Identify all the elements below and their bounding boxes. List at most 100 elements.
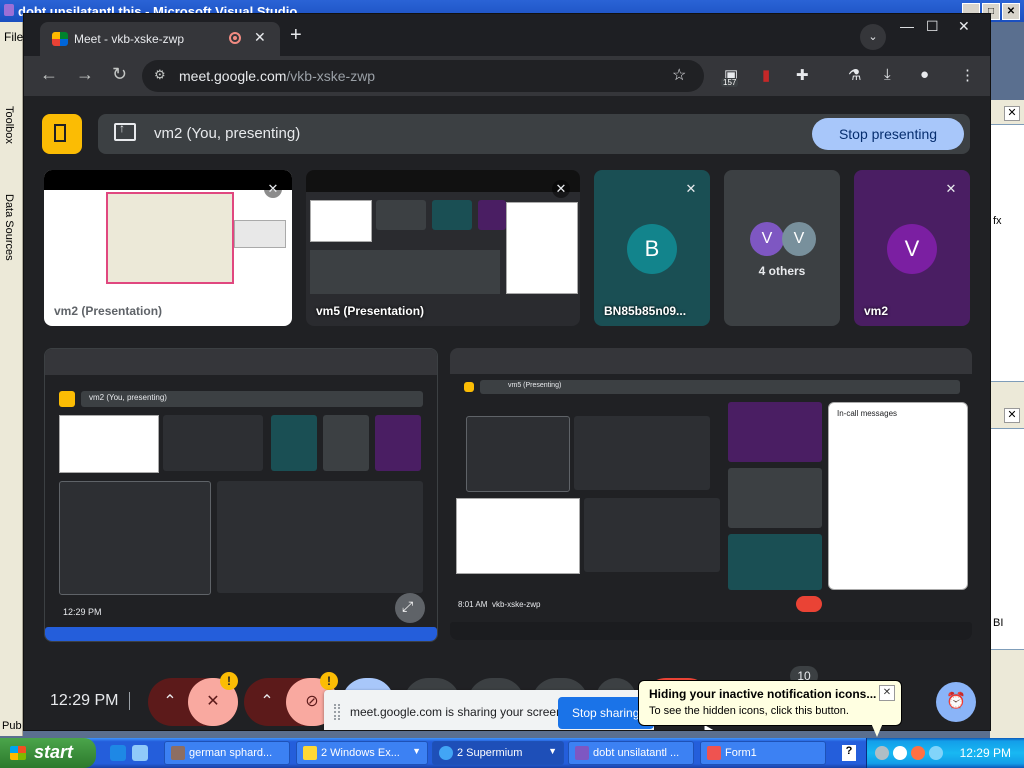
drag-handle-icon[interactable] xyxy=(334,704,340,720)
tile-bn85[interactable]: B ✕ BN85b85n09... xyxy=(594,170,710,326)
tile-thumb-panel xyxy=(234,220,286,248)
nested-tile-2 xyxy=(163,415,263,471)
nested-present-bar: vm2 (You, presenting) xyxy=(81,391,423,407)
taskbar-item-vs[interactable]: dobt unsilatantl ... xyxy=(568,741,694,765)
start-button[interactable]: start xyxy=(0,738,96,768)
mic-warning-icon: ! xyxy=(220,672,238,690)
visual-studio-icon xyxy=(4,4,14,16)
close-window-icon[interactable]: ✕ xyxy=(958,18,970,35)
vs-close-button[interactable]: ✕ xyxy=(1002,3,1020,20)
nested-present-label: vm2 (You, presenting) xyxy=(89,393,167,402)
taskbar-item-german[interactable]: german sphard... xyxy=(164,741,290,765)
balloon-tail xyxy=(871,723,883,737)
screen-share-bar: meet.google.com is sharing your screen. … xyxy=(324,690,654,730)
taskbar-item-form1[interactable]: Form1 xyxy=(700,741,826,765)
tile-vm5-presentation[interactable]: ✕ vm5 (Presentation) xyxy=(306,170,580,326)
nested-info-icon xyxy=(59,391,75,407)
nested-tile-others xyxy=(728,468,822,528)
vs-pub-label: Pub xyxy=(2,720,22,732)
nested-info-icon xyxy=(464,382,474,392)
vs-panel2-close-icon[interactable]: ✕ xyxy=(1004,408,1020,423)
search-tray-icon[interactable] xyxy=(911,746,925,760)
tile-others[interactable]: V V 4 others xyxy=(724,170,840,326)
tab-search-icon[interactable]: ⌄ xyxy=(860,24,886,50)
forward-icon[interactable]: → xyxy=(76,64,94,85)
new-tab-icon[interactable]: + xyxy=(290,25,302,45)
tab-meet[interactable]: Meet - vkb-xske-zwp ✕ xyxy=(40,22,280,56)
share-bar-text: meet.google.com is sharing your screen. xyxy=(350,705,567,719)
downloads-icon[interactable]: ⤓ xyxy=(884,66,891,83)
presenting-bar: vm2 (You, presenting) Stop presenting xyxy=(98,114,970,154)
tile-thumb-grid xyxy=(310,250,500,294)
nested-tile-4 xyxy=(323,415,369,471)
toolbox-tab[interactable]: Toolbox xyxy=(3,106,15,144)
menu-kebab-icon[interactable]: ⋮ xyxy=(960,66,975,84)
taskbar-item-explorer[interactable]: 2 Windows Ex... ▼ xyxy=(296,741,428,765)
tile-vm2-presentation[interactable]: ✕ vm2 (Presentation) xyxy=(44,170,292,326)
nested-leave-button xyxy=(796,596,822,612)
vs-left-dock: File Toolbox Data Sources xyxy=(0,22,23,736)
mic-off-icon: ✕ xyxy=(264,180,282,198)
labs-flask-icon[interactable]: ⚗ xyxy=(848,66,861,84)
extensions-puzzle-icon[interactable]: ✚ xyxy=(796,66,809,84)
meet-content: vm2 (You, presenting) Stop presenting ✕ … xyxy=(24,96,990,730)
tile-vm5-presenting[interactable]: vm5 (Presenting) In-call messages 8:01 A… xyxy=(450,348,972,640)
reload-icon[interactable]: ↻ xyxy=(112,64,127,85)
browser-icon xyxy=(439,746,453,760)
expand-icon[interactable]: ⤢ xyxy=(395,593,425,623)
recording-indicator-icon xyxy=(229,32,241,44)
data-sources-tab[interactable]: Data Sources xyxy=(3,194,15,261)
maximize-icon[interactable]: ☐ xyxy=(926,18,939,35)
volume-icon[interactable] xyxy=(929,746,943,760)
tray-balloon[interactable]: Hiding your inactive notification icons.… xyxy=(638,680,902,737)
tile-my-presentation[interactable]: vm2 (You, presenting) 12:29 PM ⤢ xyxy=(44,348,438,642)
browser-toolbar: ← → ↻ ⚙ meet.google.com/vkb-xske-zwp ☆ ▣… xyxy=(24,56,990,96)
tile-label: vm2 (Presentation) xyxy=(54,304,163,318)
avatar-v1: V xyxy=(750,222,784,256)
taskbar-item-supermium[interactable]: 2 Supermium ▼ xyxy=(432,741,564,765)
balloon-close-icon[interactable]: ✕ xyxy=(879,685,895,701)
vs-menu-file[interactable]: File xyxy=(4,30,23,44)
back-icon[interactable]: ← xyxy=(40,64,58,85)
tile-thumb-chat xyxy=(506,202,578,294)
nested-tile-1 xyxy=(59,415,159,473)
meet-favicon-icon xyxy=(52,32,68,46)
tile-thumb-window xyxy=(310,200,372,242)
vs-bi-label: BI xyxy=(993,617,1004,629)
vs-panel-close-icon[interactable]: ✕ xyxy=(1004,106,1020,121)
address-bar[interactable]: ⚙ meet.google.com/vkb-xske-zwp ☆ xyxy=(142,60,704,92)
tab-close-icon[interactable]: ✕ xyxy=(254,29,266,46)
minimize-icon[interactable]: — xyxy=(900,18,914,34)
present-screen-icon xyxy=(114,121,136,141)
stop-presenting-button[interactable]: Stop presenting xyxy=(812,118,964,150)
desktop-quicklaunch-icon[interactable] xyxy=(132,745,148,761)
help-icon[interactable]: ? xyxy=(842,745,856,761)
taskbar: start german sphard... 2 Windows Ex... ▼… xyxy=(0,738,1024,768)
ie-quicklaunch-icon[interactable] xyxy=(110,745,126,761)
tile-thumb-a xyxy=(376,200,426,230)
extension-badge: 157 xyxy=(721,78,739,87)
tile-vm2[interactable]: V ✕ vm2 xyxy=(854,170,970,326)
extension-red-icon[interactable]: ▮ xyxy=(762,66,770,84)
nested-meeting-code: vkb-xske-zwp xyxy=(492,600,541,609)
meeting-info-icon[interactable] xyxy=(42,114,82,154)
visual-studio-icon xyxy=(575,746,589,760)
alarm-button[interactable] xyxy=(936,682,976,722)
nested-tile-bn xyxy=(728,534,822,590)
show-hidden-icons-icon[interactable] xyxy=(875,746,889,760)
profile-icon[interactable]: ● xyxy=(920,66,929,83)
vs-fx-label: fx xyxy=(993,215,1002,227)
app-icon xyxy=(171,746,185,760)
network-icon[interactable] xyxy=(893,746,907,760)
nested-presenting-label: vm5 (Presenting) xyxy=(508,382,562,389)
site-info-icon[interactable]: ⚙ xyxy=(154,67,166,83)
tab-title: Meet - vkb-xske-zwp xyxy=(74,32,185,46)
vs-output-panel: BI xyxy=(990,428,1024,650)
nested-tile-5 xyxy=(375,415,421,471)
nested-big-tile-2 xyxy=(217,481,423,593)
system-tray: 12:29 PM xyxy=(866,738,1024,768)
mic-off-icon: ✕ xyxy=(552,180,570,198)
bookmark-star-icon[interactable]: ☆ xyxy=(672,65,686,85)
tile-thumb-header xyxy=(44,170,292,190)
mic-off-icon: ✕ xyxy=(685,181,697,196)
